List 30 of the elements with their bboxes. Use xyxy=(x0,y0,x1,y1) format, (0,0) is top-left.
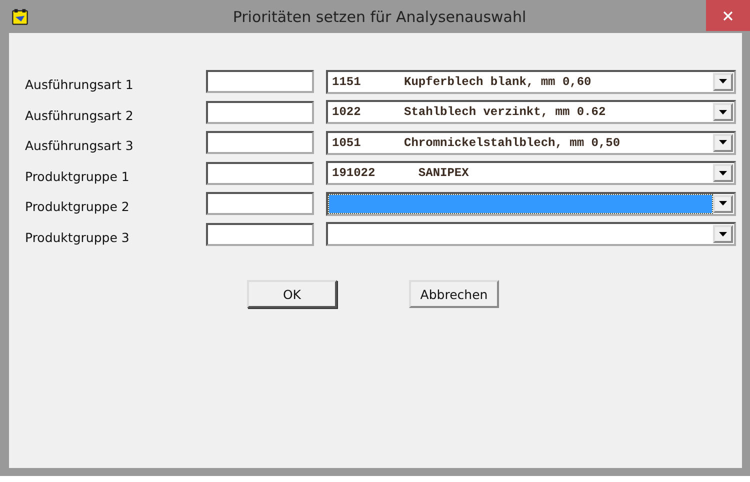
dropdown[interactable]: 191022 SANIPEX xyxy=(326,161,736,186)
dropdown[interactable]: 1151 Kupferblech blank, mm 0,60 xyxy=(326,70,736,94)
field-label: Produktgruppe 2 xyxy=(24,199,130,214)
field-label: Ausführungsart 3 xyxy=(24,138,134,154)
close-icon xyxy=(723,10,733,20)
dropdown[interactable] xyxy=(326,222,736,246)
field-label: Produktgruppe 1 xyxy=(24,168,130,184)
caret-icon xyxy=(719,110,727,115)
input-field[interactable] xyxy=(206,100,314,124)
caret-icon xyxy=(719,140,727,146)
input-field[interactable] xyxy=(206,222,314,246)
input-field[interactable] xyxy=(206,162,314,185)
dropdown[interactable] xyxy=(326,192,736,216)
input-field[interactable] xyxy=(206,131,314,154)
field-label: Ausführungsart 1 xyxy=(24,77,134,92)
caret-icon xyxy=(719,201,727,206)
caret-icon xyxy=(719,79,727,84)
input-field[interactable] xyxy=(206,70,314,94)
window-title: Prioritäten setzen für Analysenauswahl xyxy=(232,8,528,26)
caret-icon xyxy=(719,170,727,176)
field-label: Ausführungsart 2 xyxy=(24,108,134,123)
ok-button[interactable]: OK xyxy=(247,280,337,308)
dropdown[interactable]: 1051 Chromnickelstahlblech, mm 0,50 xyxy=(326,130,736,155)
field-label: Produktgruppe 3 xyxy=(24,230,130,245)
cancel-button[interactable]: Abbrechen xyxy=(409,280,499,308)
dropdown[interactable]: 1022 Stahlblech verzinkt, mm 0.62 xyxy=(326,100,736,124)
close-button[interactable] xyxy=(706,0,750,31)
app-icon xyxy=(11,8,29,26)
caret-icon xyxy=(719,232,727,237)
input-field[interactable] xyxy=(206,192,314,216)
